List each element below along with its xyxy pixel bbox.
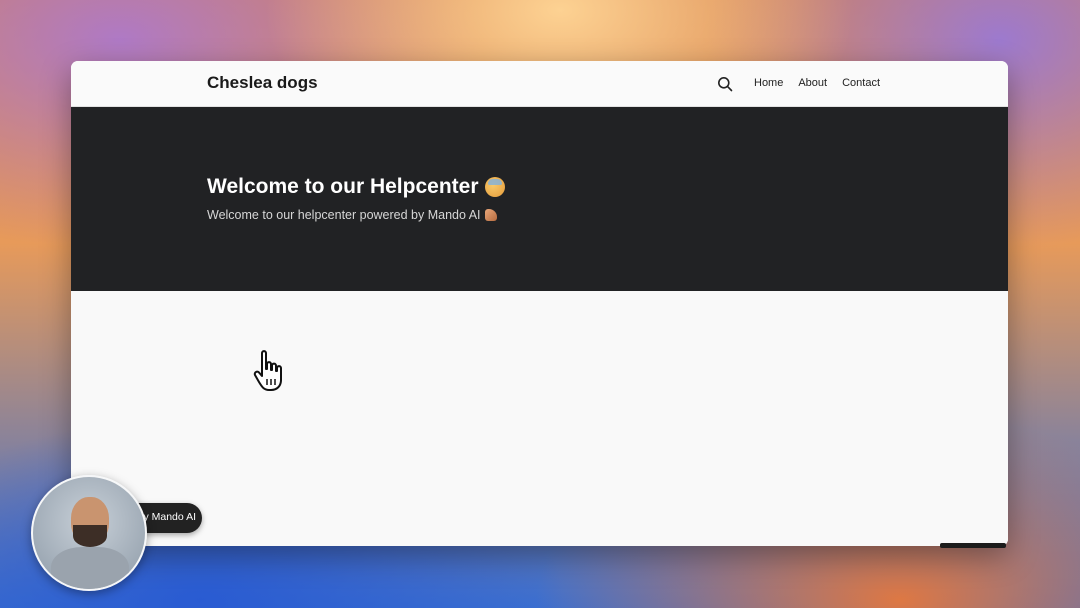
avatar-body <box>51 547 129 589</box>
mando-widget-label: by Mando AI <box>137 511 196 523</box>
face-emoji-icon <box>484 177 505 197</box>
hero-subtitle-text: Welcome to our helpcenter powered by Man… <box>207 208 481 222</box>
hero-section: Welcome to our Helpcenter Welcome to our… <box>71 107 1008 291</box>
hand-pointer-cursor-icon <box>253 350 282 391</box>
hero-subtitle: Welcome to our helpcenter powered by Man… <box>207 208 497 222</box>
main-content <box>71 291 1008 546</box>
hero-title: Welcome to our Helpcenter <box>207 175 505 199</box>
flexed-biceps-icon <box>484 209 497 221</box>
presenter-avatar <box>31 475 147 591</box>
site-header: Cheslea dogs Home About Contact <box>71 61 1008 107</box>
avatar-beard <box>73 525 107 547</box>
nav-home-link[interactable]: Home <box>754 77 783 89</box>
window-edge-shadow <box>940 543 1006 548</box>
search-icon[interactable] <box>717 76 733 92</box>
hero-title-text: Welcome to our Helpcenter <box>207 175 479 198</box>
main-nav: Home About Contact <box>754 77 880 89</box>
browser-window: Cheslea dogs Home About Contact Welcome … <box>71 61 1008 546</box>
site-brand[interactable]: Cheslea dogs <box>207 73 318 93</box>
nav-contact-link[interactable]: Contact <box>842 77 880 89</box>
nav-about-link[interactable]: About <box>798 77 827 89</box>
